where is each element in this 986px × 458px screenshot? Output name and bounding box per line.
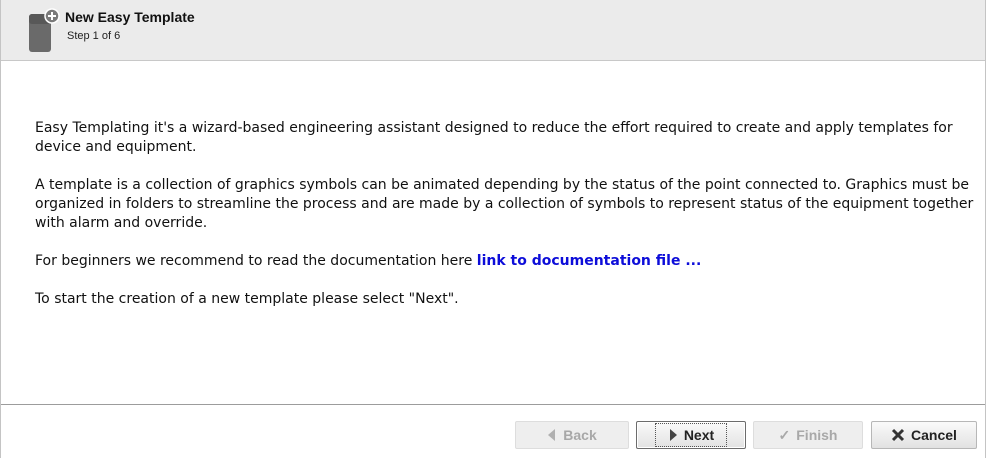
cancel-button-label: Cancel [911,427,957,443]
close-x-icon [891,428,905,442]
step-indicator: Step 1 of 6 [67,30,121,42]
template-description-paragraph: A template is a collection of graphics s… [35,177,974,231]
footer-divider [1,404,985,405]
documentation-link[interactable]: link to documentation file ... [477,253,701,269]
cancel-button[interactable]: Cancel [871,421,977,449]
intro-paragraph: Easy Templating it's a wizard-based engi… [35,120,953,155]
back-button[interactable]: Back [515,421,629,449]
wizard-content: Easy Templating it's a wizard-based engi… [35,119,975,328]
checkmark-icon: ✓ [778,426,791,443]
back-button-label: Back [563,427,597,443]
finish-button-label: Finish [796,427,838,443]
documentation-text: For beginners we recommend to read the d… [35,253,477,269]
documentation-paragraph: For beginners we recommend to read the d… [35,252,975,271]
instruction-paragraph: To start the creation of a new template … [35,291,459,307]
wizard-dialog: New Easy Template Step 1 of 6 Easy Templ… [0,0,986,458]
finish-button[interactable]: ✓ Finish [753,421,863,449]
new-template-icon [29,8,60,52]
next-button-content: Next [654,423,728,447]
next-arrow-icon [669,429,677,441]
next-button-label: Next [683,427,715,443]
next-button[interactable]: Next [636,421,746,449]
back-arrow-icon [548,429,556,441]
wizard-header: New Easy Template Step 1 of 6 [1,0,985,61]
wizard-title: New Easy Template [65,9,195,25]
